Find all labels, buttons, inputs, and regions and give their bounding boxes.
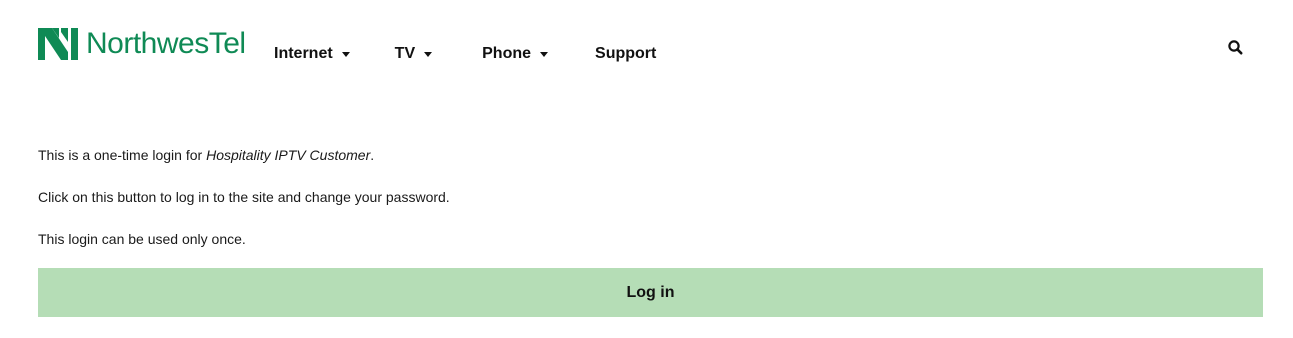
northwestel-logo[interactable]: NorthwesTel: [38, 28, 246, 60]
intro-suffix: .: [370, 147, 375, 163]
intro-text: This is a one-time login for Hospitality…: [38, 145, 1263, 165]
main-nav: Internet TV Phone Support: [274, 44, 656, 64]
login-message: This is a one-time login for Hospitality…: [38, 145, 1263, 249]
nav-item-label: Internet: [274, 45, 333, 62]
northwestel-logo-icon: [38, 28, 78, 60]
nav-item-label: TV: [394, 45, 416, 62]
nav-item-tv[interactable]: TV: [394, 44, 433, 64]
site-header: NorthwesTel Internet TV Phone Support: [0, 0, 1293, 90]
instruction-text: Click on this button to log in to the si…: [38, 189, 450, 205]
search-icon: [1228, 40, 1243, 55]
caret-down-icon: [424, 52, 433, 57]
caret-down-icon: [540, 52, 549, 57]
nav-item-phone[interactable]: Phone: [482, 44, 549, 64]
account-name: Hospitality IPTV Customer: [206, 147, 371, 163]
log-in-button[interactable]: Log in: [38, 268, 1263, 317]
notice-text: This login can be used only once.: [38, 231, 246, 247]
search-button[interactable]: [1227, 39, 1245, 57]
nav-item-label: Phone: [482, 45, 532, 62]
intro-prefix: This is a one-time login for: [38, 147, 207, 163]
nav-item-label: Support: [595, 45, 657, 62]
nav-item-internet[interactable]: Internet: [274, 44, 350, 64]
nav-item-support[interactable]: Support: [595, 44, 656, 64]
caret-down-icon: [341, 52, 350, 57]
logo-text: NorthwesTel: [86, 27, 246, 60]
